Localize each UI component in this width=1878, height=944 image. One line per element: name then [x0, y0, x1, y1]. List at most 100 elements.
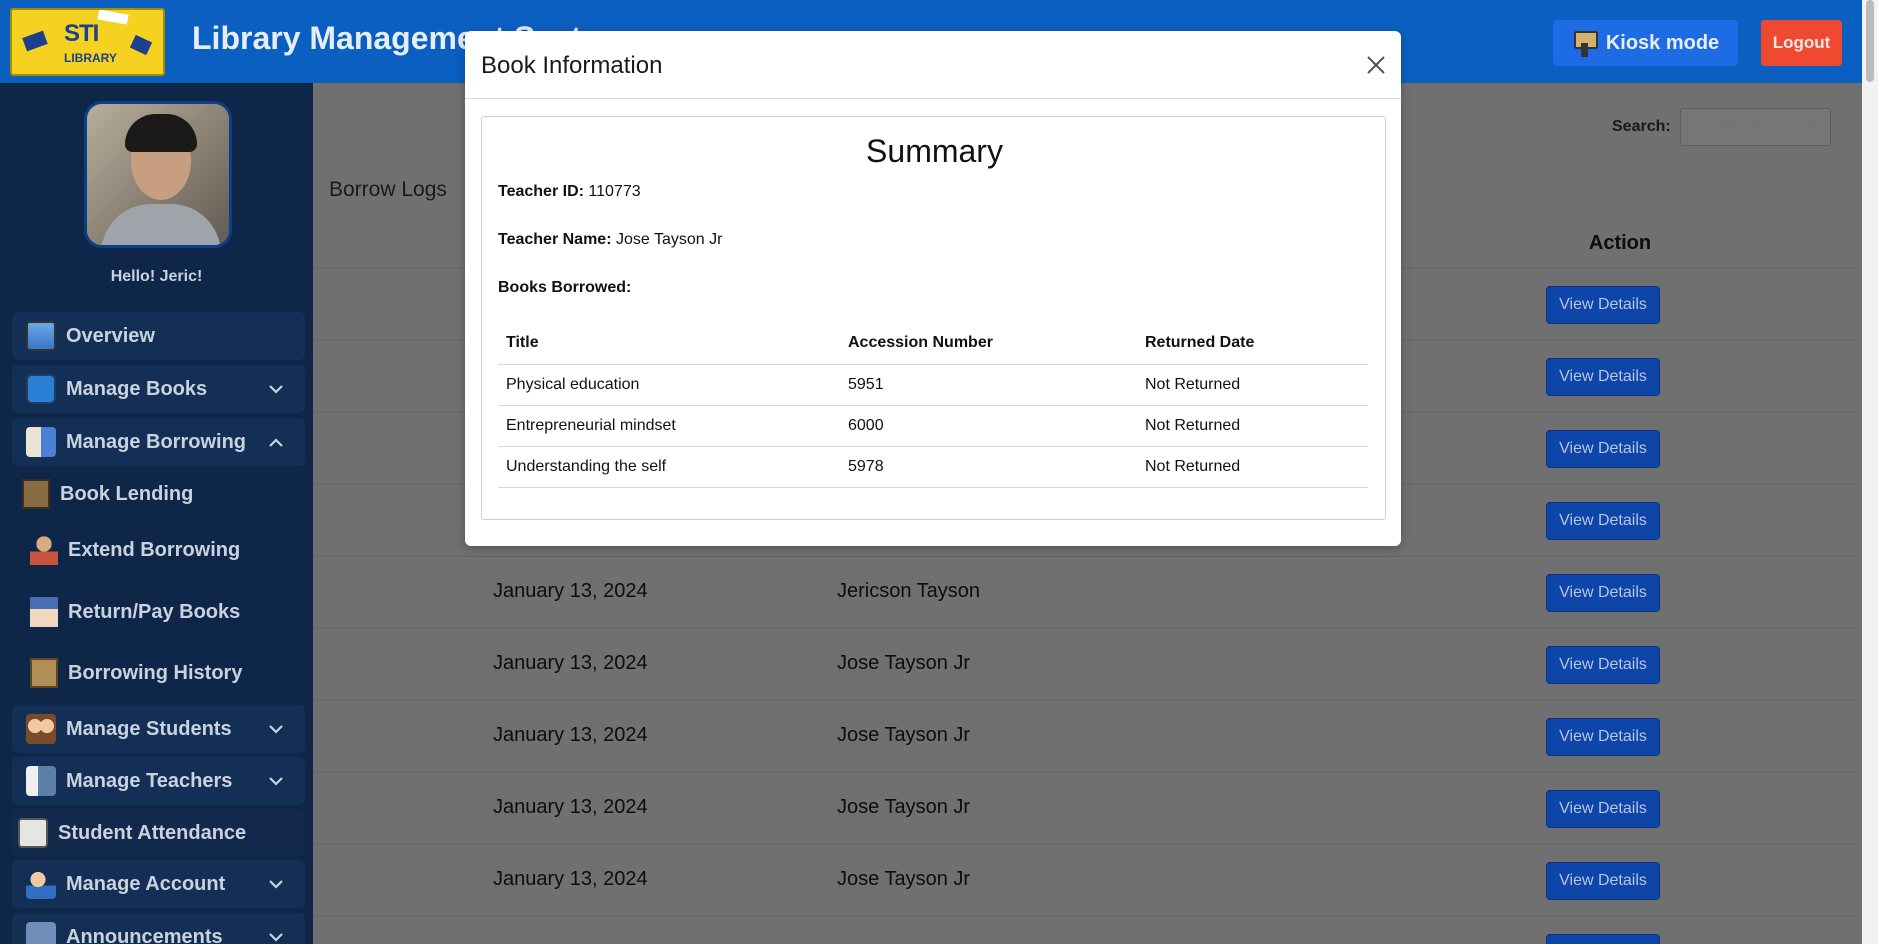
view-details-button[interactable]: View Details [1546, 358, 1660, 396]
sti-library-logo[interactable]: STI LIBRARY [10, 8, 165, 76]
sidebar-item-manage-teachers[interactable]: Manage Teachers [12, 757, 305, 805]
sidebar-item-label: Manage Account [66, 872, 226, 895]
kiosk-mode-label: Kiosk mode [1605, 31, 1720, 54]
book-accession: 6000 [840, 405, 1137, 447]
logo-text-sti: STI [64, 20, 99, 47]
view-details-button[interactable]: View Details [1546, 430, 1660, 468]
row-date: January 13, 2024 [493, 580, 648, 602]
column-header-returned-date: Returned Date [1137, 323, 1368, 365]
sidebar-item-manage-account[interactable]: Manage Account [12, 860, 305, 908]
sidebar-item-borrowing-history[interactable]: Borrowing History [20, 649, 313, 697]
table-row: January 13, 2024 Jose Tayson Jr View Det… [313, 628, 1862, 700]
overview-icon [26, 321, 56, 351]
row-date: January 13, 2024 [493, 868, 648, 890]
table-row: January 13, 2024 Jose Tayson Jr View Det… [313, 844, 1862, 916]
view-details-button[interactable]: View Details [1546, 934, 1660, 944]
sidebar-item-label: Announcements [66, 925, 223, 944]
row-name: Jose Tayson Jr [837, 796, 971, 818]
attendance-icon [18, 818, 48, 848]
table-row: Entrepreneurial mindset 6000 Not Returne… [498, 405, 1368, 447]
sidebar-item-student-attendance[interactable]: Student Attendance [12, 809, 305, 857]
chevron-down-icon [263, 716, 289, 742]
chevron-down-icon [263, 924, 289, 944]
sidebar-item-label: Manage Borrowing [66, 430, 247, 453]
logo-text-library: LIBRARY [64, 51, 117, 65]
account-icon [26, 869, 56, 899]
table-row: January 13, 2024 Jose Tayson Jr View Det… [313, 700, 1862, 772]
teacher-name-value: Jose Tayson Jr [615, 231, 723, 248]
book-returned-date: Not Returned [1137, 446, 1368, 488]
book-graphic [97, 10, 129, 25]
app-root: STI LIBRARY Library Management System Ki… [0, 0, 1878, 944]
sidebar-item-manage-students[interactable]: Manage Students [12, 705, 305, 753]
sidebar-item-label: Extend Borrowing [68, 538, 241, 561]
sidebar-item-extend-borrowing[interactable]: Extend Borrowing [20, 526, 313, 574]
modal-title: Book Information [481, 52, 663, 79]
teacher-id-label: Teacher ID: [498, 183, 584, 200]
row-name: Jericson Tayson [837, 580, 981, 602]
chevron-down-icon [263, 871, 289, 897]
sidebar-item-announcements[interactable]: Announcements [12, 913, 305, 944]
view-details-button[interactable]: View Details [1546, 646, 1660, 684]
scrollbar-thumb[interactable] [1866, 0, 1874, 82]
book-returned-date: Not Returned [1137, 364, 1368, 406]
row-name: Jose Tayson Jr [837, 652, 971, 674]
search-input[interactable] [1680, 108, 1831, 146]
chevron-up-icon [263, 429, 289, 455]
sidebar-item-manage-books[interactable]: Manage Books [12, 365, 305, 413]
avatar [84, 101, 232, 248]
table-row: Understanding the self 5978 Not Returned [498, 446, 1368, 488]
row-name: Jose Tayson Jr [837, 724, 971, 746]
row-date: January 13, 2024 [493, 652, 648, 674]
sidebar-item-manage-borrowing[interactable]: Manage Borrowing [12, 418, 305, 466]
return-pay-icon [30, 597, 58, 627]
teachers-icon [26, 766, 56, 796]
row-date: January 13, 2024 [493, 796, 648, 818]
book-title: Understanding the self [498, 446, 840, 488]
book-accession: 5978 [840, 446, 1137, 488]
extend-borrowing-icon [30, 535, 58, 565]
book-returned-date: Not Returned [1137, 405, 1368, 447]
chevron-down-icon [263, 376, 289, 402]
teacher-id-value: 110773 [588, 183, 641, 200]
book-title: Entrepreneurial mindset [498, 405, 840, 447]
book-lending-icon [22, 479, 50, 509]
view-details-button[interactable]: View Details [1546, 574, 1660, 612]
view-details-button[interactable]: View Details [1546, 790, 1660, 828]
teacher-name-field: Teacher Name: Jose Tayson Jr [498, 231, 722, 249]
search-label: Search: [1612, 118, 1671, 135]
greeting: Hello! Jeric! [110, 268, 203, 285]
book-information-modal: Book Information Summary Teacher ID: 110… [465, 31, 1401, 546]
sidebar-item-label: Manage Teachers [66, 769, 233, 792]
page-scrollbar[interactable] [1862, 0, 1878, 944]
close-button[interactable] [1362, 51, 1390, 79]
sidebar-item-return-pay[interactable]: Return/Pay Books [20, 588, 313, 636]
table-row: January 13, 2024 Jose Tayson Jr View Det… [313, 772, 1862, 844]
history-icon [30, 658, 58, 688]
sidebar-item-label: Borrowing History [68, 661, 243, 684]
kiosk-mode-button[interactable]: Kiosk mode [1553, 20, 1738, 66]
page-title: Borrow Logs [329, 178, 447, 201]
summary-title: Summary [866, 133, 1003, 169]
sidebar: Hello! Jeric! Overview Manage Books Mana… [0, 83, 313, 944]
sidebar-item-label: Manage Books [66, 377, 208, 400]
book-graphic [22, 30, 48, 52]
close-icon [1367, 56, 1385, 74]
book-accession: 5951 [840, 364, 1137, 406]
view-details-button[interactable]: View Details [1546, 718, 1660, 756]
sidebar-item-label: Return/Pay Books [68, 600, 241, 623]
table-row: View Details [313, 916, 1862, 944]
logout-button[interactable]: Logout [1761, 20, 1842, 66]
table-header-row: Title Accession Number Returned Date [498, 323, 1368, 365]
teacher-name-label: Teacher Name: [498, 231, 612, 248]
announcements-icon [26, 922, 56, 944]
view-details-button[interactable]: View Details [1546, 286, 1660, 324]
sidebar-item-book-lending[interactable]: Book Lending [12, 470, 305, 518]
view-details-button[interactable]: View Details [1546, 862, 1660, 900]
sidebar-item-label: Overview [66, 324, 155, 347]
summary-panel: Summary Teacher ID: 110773 Teacher Name:… [481, 116, 1386, 520]
table-row: Physical education 5951 Not Returned [498, 364, 1368, 406]
sidebar-item-overview[interactable]: Overview [12, 312, 305, 360]
sidebar-item-label: Manage Students [66, 717, 232, 740]
view-details-button[interactable]: View Details [1546, 502, 1660, 540]
